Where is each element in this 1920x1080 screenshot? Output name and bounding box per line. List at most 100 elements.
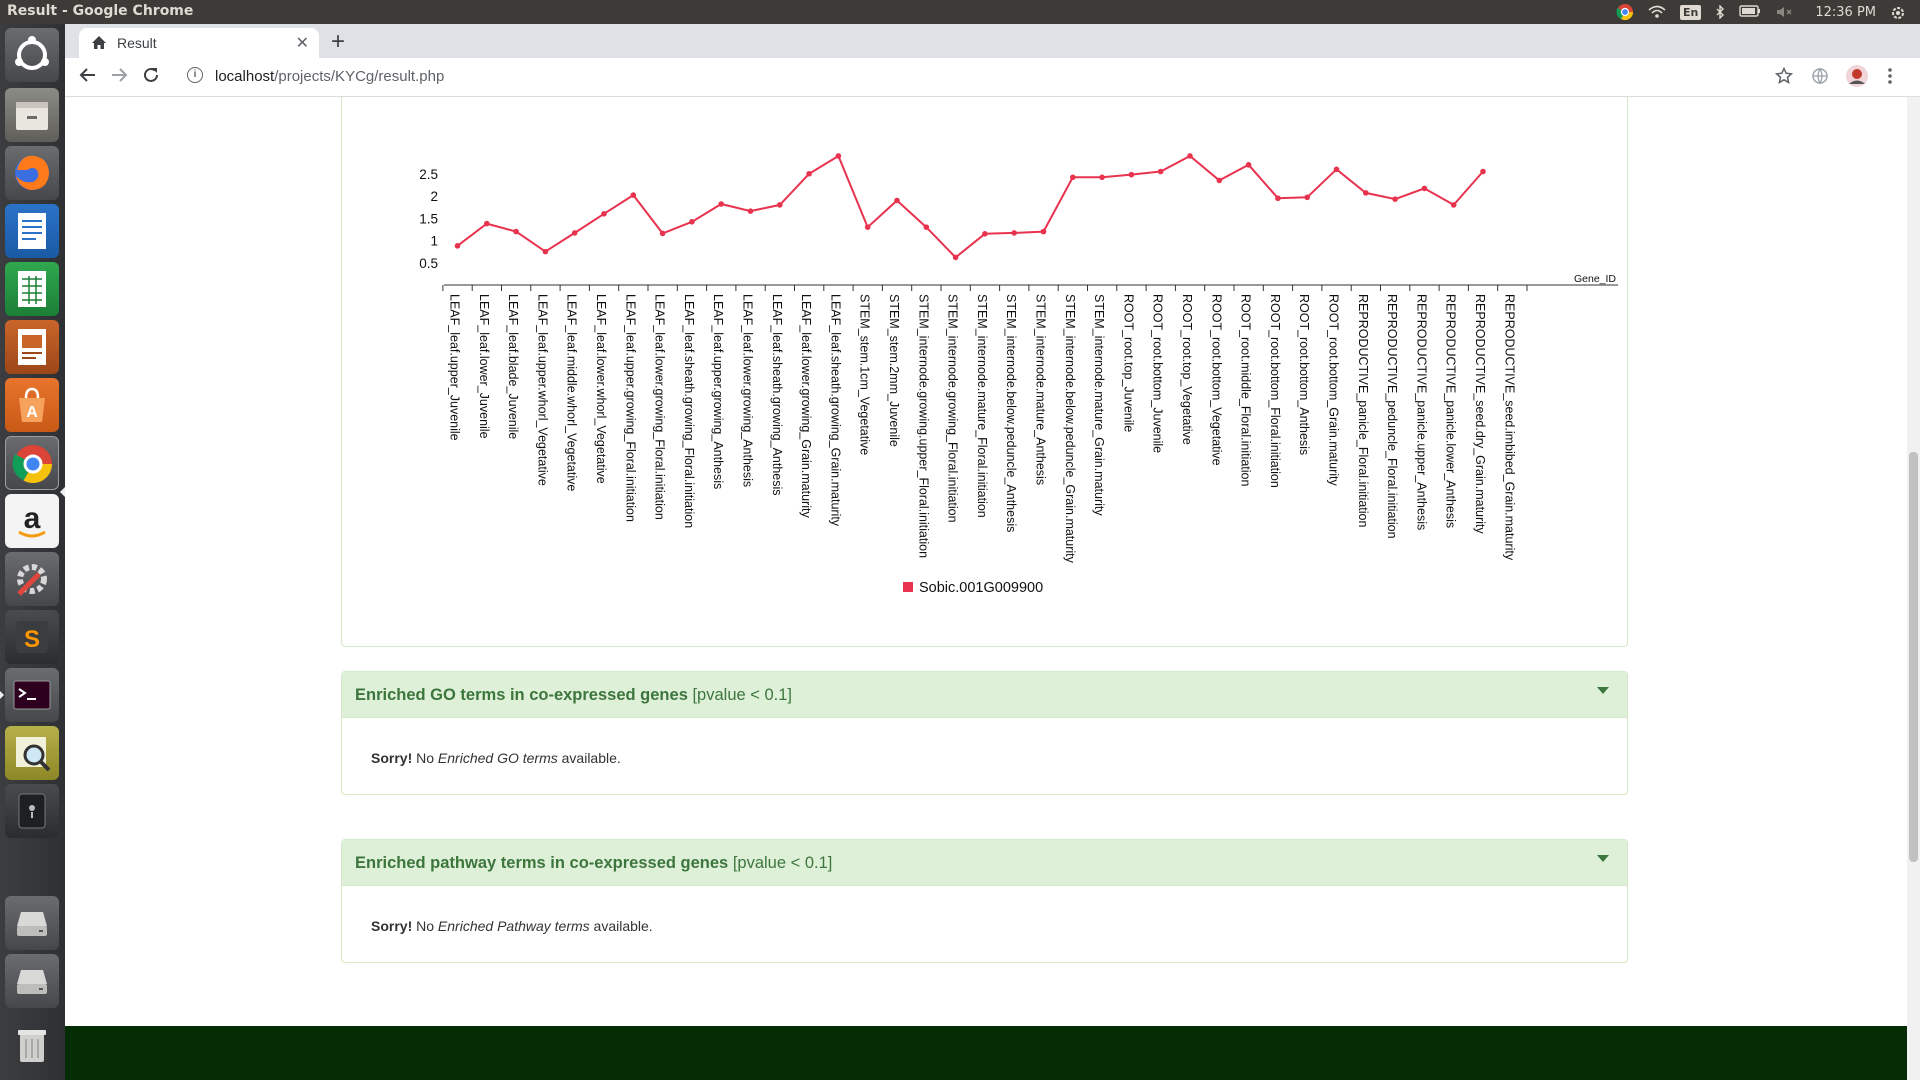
data-point[interactable] xyxy=(835,153,842,159)
firefox-icon[interactable] xyxy=(5,146,59,200)
volume-icon[interactable] xyxy=(1775,5,1793,19)
system-settings-icon[interactable] xyxy=(5,552,59,606)
trash-icon[interactable] xyxy=(5,1018,59,1072)
data-point[interactable] xyxy=(982,231,988,237)
data-point[interactable] xyxy=(689,219,695,225)
image-viewer-icon[interactable] xyxy=(5,726,59,780)
address-bar[interactable]: i localhost/projects/KYCg/result.php xyxy=(175,62,1820,92)
keyboard-layout-indicator[interactable]: En xyxy=(1679,4,1702,20)
software-center-icon[interactable]: A xyxy=(5,378,59,432)
data-point[interactable] xyxy=(806,170,812,177)
chart-legend[interactable]: Sobic.001G009900 xyxy=(903,580,1043,596)
data-point[interactable] xyxy=(513,228,519,235)
battery-icon[interactable] xyxy=(1739,5,1761,19)
data-point[interactable] xyxy=(1099,174,1105,181)
x-tick-label: LEAF_leaf.blade_Juvenile xyxy=(506,294,520,439)
calc-icon[interactable] xyxy=(5,262,59,316)
reload-icon[interactable] xyxy=(142,66,160,89)
page-footer xyxy=(65,1026,1907,1080)
impress-icon[interactable] xyxy=(5,320,59,374)
pathway-terms-qualifier: [pvalue < 0.1] xyxy=(732,854,833,872)
amazon-icon[interactable]: a xyxy=(5,494,59,548)
page-scrollbar[interactable] xyxy=(1907,97,1920,1080)
data-point[interactable] xyxy=(747,208,754,214)
data-point[interactable] xyxy=(1333,166,1340,173)
site-info-icon[interactable]: i xyxy=(187,67,203,83)
data-point[interactable] xyxy=(1275,195,1281,202)
collapse-caret-icon[interactable] xyxy=(1597,855,1609,862)
collapse-caret-icon[interactable] xyxy=(1597,687,1609,694)
data-point[interactable] xyxy=(952,254,959,261)
data-point[interactable] xyxy=(1040,228,1047,235)
forward-arrow-icon[interactable] xyxy=(110,66,128,89)
chrome-icon[interactable] xyxy=(5,436,59,490)
data-point[interactable] xyxy=(1070,174,1076,181)
legend-label[interactable]: Sobic.001G009900 xyxy=(919,580,1043,596)
url-text[interactable]: localhost/projects/KYCg/result.php xyxy=(215,68,444,85)
message-text: No xyxy=(412,918,438,934)
drive-icon[interactable] xyxy=(5,896,59,950)
data-point[interactable] xyxy=(630,192,637,198)
series-line xyxy=(456,154,1484,259)
x-tick-label: LEAF_leaf.lower_Juvenile xyxy=(477,294,491,439)
x-tick-label: ROOT_root.top_Juvenile xyxy=(1121,294,1135,432)
pathway-terms-panel-header[interactable]: Enriched pathway terms in co-expressed g… xyxy=(342,840,1627,886)
data-point[interactable] xyxy=(923,224,930,230)
x-tick-label: STEM_internode.mature_Anthesis xyxy=(1034,294,1048,485)
data-point[interactable] xyxy=(1245,162,1252,168)
x-axis-labels: LEAF_leaf.upper_Juvenile LEAF_leaf.lower_… xyxy=(448,294,1517,564)
data-point[interactable] xyxy=(1392,196,1398,202)
ubuntu-dash-icon[interactable] xyxy=(5,28,59,82)
wifi-icon[interactable] xyxy=(1648,5,1666,19)
data-point[interactable] xyxy=(1128,171,1135,178)
data-point[interactable] xyxy=(454,243,461,249)
data-point[interactable] xyxy=(601,211,607,217)
data-point[interactable] xyxy=(1187,153,1193,159)
profile-avatar[interactable] xyxy=(1845,64,1869,93)
new-tab-icon[interactable]: + xyxy=(331,28,345,56)
go-terms-panel-header[interactable]: Enriched GO terms in co-expressed genes … xyxy=(342,672,1627,718)
data-point[interactable] xyxy=(1157,168,1164,175)
data-point[interactable] xyxy=(1450,202,1457,208)
x-tick-label: REPRODUCTIVE_panicle.upper_Anthesis xyxy=(1414,294,1428,530)
chrome-indicator-icon[interactable] xyxy=(1616,4,1634,21)
data-point[interactable] xyxy=(1363,190,1369,196)
message-text: available. xyxy=(557,750,621,766)
drive-icon[interactable] xyxy=(5,954,59,1008)
sublime-text-icon[interactable]: S xyxy=(5,610,59,664)
data-point[interactable] xyxy=(864,224,871,230)
extension-globe-icon[interactable] xyxy=(1811,67,1829,90)
terminal-icon[interactable] xyxy=(5,668,59,722)
expression-line-chart: 0.5 1 1.5 2 2.5 Gene_ID LEAF_leaf.upper_Juve… xyxy=(419,153,1618,596)
clock[interactable]: 12:36 PM xyxy=(1815,5,1876,20)
data-point[interactable] xyxy=(484,220,490,227)
go-terms-qualifier: [pvalue < 0.1] xyxy=(692,686,793,704)
url-path: /projects/KYCg/result.php xyxy=(274,68,445,85)
data-point[interactable] xyxy=(571,230,578,236)
data-point[interactable] xyxy=(1011,230,1017,236)
data-point[interactable] xyxy=(542,248,549,255)
back-arrow-icon[interactable] xyxy=(79,66,97,89)
data-point[interactable] xyxy=(894,197,900,204)
data-point[interactable] xyxy=(659,230,666,237)
files-icon[interactable] xyxy=(5,88,59,142)
writer-icon[interactable] xyxy=(5,204,59,258)
data-point[interactable] xyxy=(1304,194,1310,201)
bluetooth-icon[interactable] xyxy=(1715,4,1725,20)
power-gear-icon[interactable] xyxy=(1890,5,1906,19)
page-viewport: 0.5 1 1.5 2 2.5 Gene_ID LEAF_leaf.upper_Juve… xyxy=(65,97,1907,1080)
chrome-menu-icon[interactable] xyxy=(1887,67,1893,90)
data-point[interactable] xyxy=(1421,185,1428,192)
x-tick-label: REPRODUCTIVE_seed.dry_Grain.maturity xyxy=(1473,294,1487,534)
tab-close-icon[interactable]: ✕ xyxy=(296,33,309,53)
data-point[interactable] xyxy=(777,202,783,208)
system-monitor-icon[interactable] xyxy=(5,784,59,838)
data-point[interactable] xyxy=(1480,168,1486,175)
pathway-terms-panel: Enriched pathway terms in co-expressed g… xyxy=(341,839,1628,963)
bookmark-star-icon[interactable] xyxy=(1774,66,1794,90)
scrollbar-thumb[interactable] xyxy=(1909,452,1918,862)
data-point[interactable] xyxy=(1216,177,1223,184)
data-point[interactable] xyxy=(718,201,724,207)
browser-tab[interactable]: Result ✕ xyxy=(79,28,319,58)
x-tick-label: LEAF_leaf.sheath.growing_Grain.maturity xyxy=(828,294,842,527)
